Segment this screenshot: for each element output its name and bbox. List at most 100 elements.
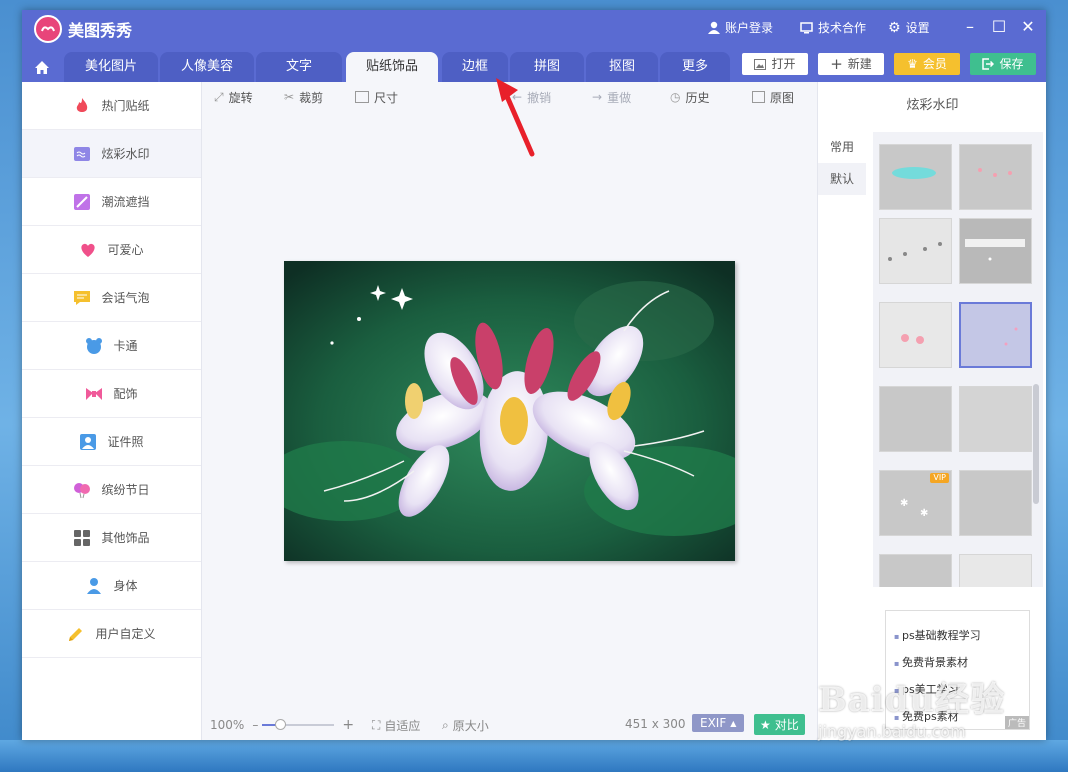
magnifier-icon: ⌕ bbox=[442, 718, 449, 732]
panel-scrollbar[interactable] bbox=[1033, 384, 1039, 504]
maximize-button[interactable]: ☐ bbox=[988, 17, 1010, 37]
sidebar-item-label: 缤纷节日 bbox=[101, 483, 150, 497]
compare-icon: ★ bbox=[760, 717, 771, 732]
login-link[interactable]: 账户登录 bbox=[708, 19, 773, 36]
sidebar-item-custom[interactable]: 用户自定义 bbox=[22, 610, 201, 658]
home-icon bbox=[35, 60, 49, 74]
chat-bubble-icon bbox=[74, 290, 91, 305]
save-button[interactable]: 保存 bbox=[970, 53, 1036, 75]
settings-label: 设置 bbox=[905, 21, 930, 35]
pen-block-icon bbox=[74, 193, 91, 210]
sidebar-item-chat-bubble[interactable]: 会话气泡 bbox=[22, 274, 201, 322]
thumbnail-item[interactable] bbox=[959, 218, 1032, 284]
thumbnail-item[interactable] bbox=[879, 302, 952, 368]
zoom-out-button[interactable]: – bbox=[252, 718, 258, 732]
original-button[interactable]: 原图 bbox=[752, 89, 794, 105]
ad-link[interactable]: 免费背景素材 bbox=[894, 654, 968, 670]
sidebar-item-label: 炫彩水印 bbox=[101, 147, 150, 161]
tab-portrait[interactable]: 人像美容 bbox=[160, 52, 254, 82]
vip-button[interactable]: ♛ 会员 bbox=[894, 53, 960, 75]
heart-icon bbox=[81, 243, 96, 257]
minimize-button[interactable]: – bbox=[959, 17, 981, 37]
tab-text[interactable]: 文字 bbox=[256, 52, 342, 82]
home-tab[interactable] bbox=[28, 52, 56, 82]
tab-more[interactable]: 更多 bbox=[660, 52, 730, 82]
exif-label: EXIF bbox=[700, 716, 727, 730]
panel-tab-default[interactable]: 默认 bbox=[818, 163, 866, 195]
crop-tool[interactable]: ✂ 裁剪 bbox=[284, 89, 323, 105]
edited-photo[interactable] bbox=[284, 261, 735, 561]
size-tool[interactable]: 尺寸 bbox=[355, 89, 398, 105]
sidebar-item-watermark[interactable]: 炫彩水印 bbox=[22, 130, 201, 178]
zoom-in-button[interactable]: + bbox=[342, 717, 354, 733]
sidebar-item-body[interactable]: 身体 bbox=[22, 562, 201, 610]
compare-button[interactable]: ★ 对比 bbox=[754, 714, 805, 735]
new-button[interactable]: + 新建 bbox=[818, 53, 884, 75]
tab-beautify[interactable]: 美化图片 bbox=[64, 52, 158, 82]
thumbnail-item[interactable] bbox=[879, 386, 952, 452]
redo-button[interactable]: → 重做 bbox=[592, 89, 631, 105]
sidebar-item-label: 证件照 bbox=[107, 435, 144, 449]
thumbnail-item[interactable] bbox=[959, 470, 1032, 536]
fire-icon bbox=[77, 97, 88, 112]
sidebar-item-hot-stickers[interactable]: 热门贴纸 bbox=[22, 82, 201, 130]
settings-link[interactable]: ⚙ 设置 bbox=[888, 19, 930, 36]
tab-stickers[interactable]: 贴纸饰品 bbox=[346, 52, 438, 82]
sidebar-item-cute-heart[interactable]: 可爱心 bbox=[22, 226, 201, 274]
baidu-watermark-url: jingyan.baidu.com bbox=[818, 722, 966, 741]
thumbnail-item[interactable]: VIP ✱ ✱ bbox=[879, 470, 952, 536]
thumbnail-item[interactable] bbox=[879, 218, 952, 284]
person-icon bbox=[87, 577, 102, 594]
svg-text:✱: ✱ bbox=[900, 498, 908, 509]
thumbnail-item[interactable] bbox=[959, 554, 1032, 587]
exif-button[interactable]: EXIF ▲ bbox=[692, 714, 745, 732]
gear-icon: ⚙ bbox=[888, 19, 901, 36]
thumbnail-item[interactable] bbox=[879, 554, 952, 587]
history-button[interactable]: ◷ 历史 bbox=[670, 89, 710, 105]
sidebar-item-label: 潮流遮挡 bbox=[101, 195, 150, 209]
tab-cutout[interactable]: 抠图 bbox=[586, 52, 658, 82]
open-button[interactable]: 打开 bbox=[742, 53, 808, 75]
crown-icon: ♛ bbox=[907, 57, 918, 71]
sidebar-item-id-photo[interactable]: 证件照 bbox=[22, 418, 201, 466]
ad-link[interactable]: ps基础教程学习 bbox=[894, 627, 981, 643]
bear-icon bbox=[86, 337, 103, 354]
expand-arrows-icon: ⤢ bbox=[214, 89, 224, 104]
sparkle-thumbnail bbox=[892, 167, 936, 179]
desktop-taskbar-area bbox=[0, 740, 1068, 772]
sidebar-item-cartoon[interactable]: 卡通 bbox=[22, 322, 201, 370]
zoom-slider-handle[interactable] bbox=[275, 719, 287, 730]
sidebar-item-label: 会话气泡 bbox=[101, 291, 150, 305]
rotate-tool[interactable]: ⤢ 旋转 bbox=[214, 89, 253, 105]
thumbnail-item[interactable] bbox=[959, 144, 1032, 210]
actual-size-label: 原大小 bbox=[452, 719, 489, 733]
fit-icon: ⛶ bbox=[372, 718, 381, 732]
watermark-icon bbox=[74, 146, 91, 161]
crop-label: 裁剪 bbox=[299, 90, 324, 105]
thumbnail-item[interactable] bbox=[959, 386, 1032, 452]
panel-tab-common[interactable]: 常用 bbox=[818, 131, 866, 163]
cooperation-link[interactable]: 技术合作 bbox=[800, 19, 866, 36]
thumbnail-item-selected[interactable] bbox=[959, 302, 1032, 368]
plus-icon: + bbox=[830, 55, 843, 73]
sidebar-item-label: 可爱心 bbox=[107, 243, 144, 257]
id-photo-icon bbox=[80, 433, 97, 450]
thumbnail-item[interactable] bbox=[879, 144, 952, 210]
sidebar-item-other[interactable]: 其他饰品 bbox=[22, 514, 201, 562]
fit-button[interactable]: ⛶ 自适应 bbox=[372, 717, 420, 734]
sidebar-item-label: 用户自定义 bbox=[95, 627, 156, 641]
app-window: 美图秀秀 账户登录 技术合作 ⚙ 设置 – ☐ ✕ 美化图片 人像美容 文字 贴… bbox=[22, 10, 1046, 740]
sidebar-item-accessories[interactable]: 配饰 bbox=[22, 370, 201, 418]
zoom-slider[interactable] bbox=[262, 719, 335, 730]
balloon-icon bbox=[74, 482, 91, 498]
main-tabs: 美化图片 人像美容 文字 贴纸饰品 边框 拼图 抠图 更多 bbox=[22, 52, 742, 82]
sidebar-item-trend-cover[interactable]: 潮流遮挡 bbox=[22, 178, 201, 226]
sidebar-item-label: 配饰 bbox=[113, 387, 138, 401]
pink-dots-thumbnail bbox=[1004, 327, 1018, 346]
baidu-watermark: Baidu经验 bbox=[818, 680, 1006, 720]
app-title: 美图秀秀 bbox=[68, 21, 133, 40]
actual-size-button[interactable]: ⌕ 原大小 bbox=[442, 717, 489, 734]
hearts-thumbnail bbox=[901, 334, 924, 344]
close-button[interactable]: ✕ bbox=[1017, 17, 1039, 37]
sidebar-item-festival[interactable]: 缤纷节日 bbox=[22, 466, 201, 514]
